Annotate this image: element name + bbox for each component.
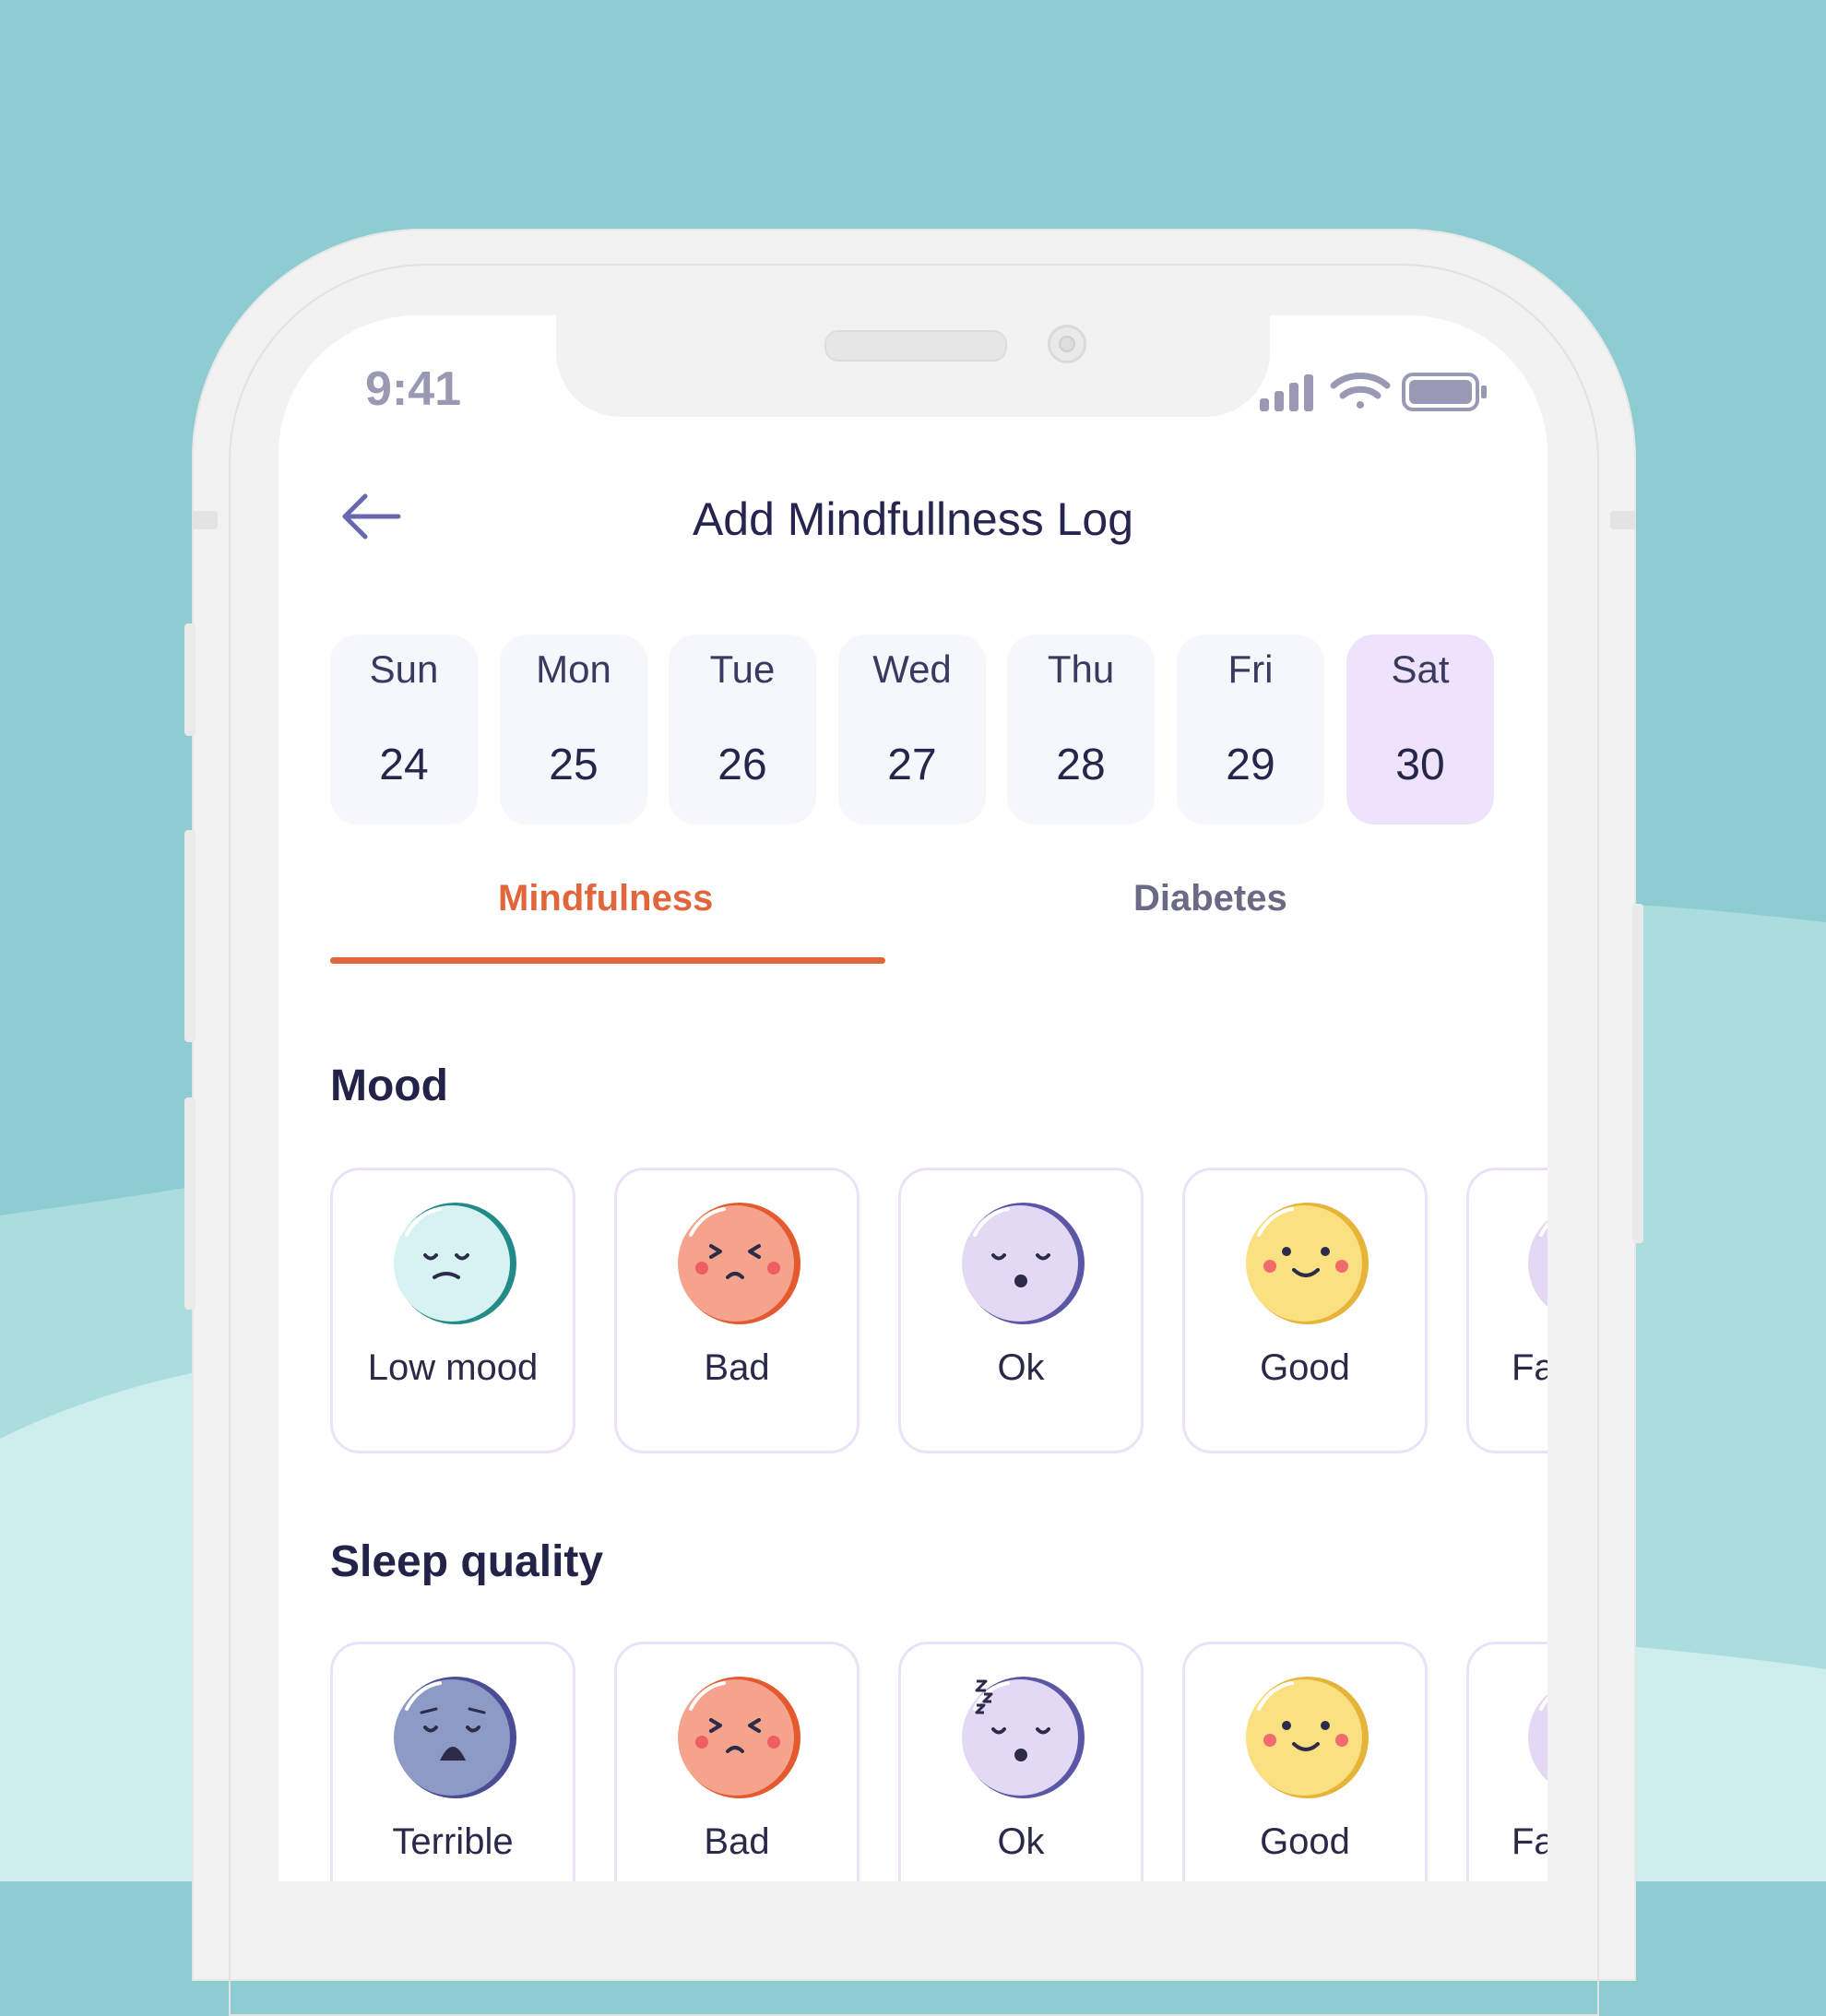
bad-face-icon xyxy=(678,1203,800,1324)
tab-active-indicator xyxy=(330,957,885,964)
battery-icon xyxy=(1402,373,1487,411)
side-button-power xyxy=(1632,904,1643,1243)
sleep-option-ok[interactable]: Ok xyxy=(898,1642,1144,1881)
partial-face-icon xyxy=(1528,1220,1547,1307)
day-sat-selected[interactable]: Sat 30 xyxy=(1346,634,1494,824)
option-label: Fa xyxy=(1512,1347,1547,1388)
bad-face-icon xyxy=(678,1677,800,1798)
sleepy-face-icon xyxy=(962,1677,1085,1798)
signal-icon xyxy=(1260,374,1313,411)
status-time: 9:41 xyxy=(365,362,462,416)
sleep-section-title: Sleep quality xyxy=(330,1537,604,1586)
day-mon[interactable]: Mon 25 xyxy=(500,634,647,824)
tab-mindfulness[interactable]: Mindfulness xyxy=(498,878,713,919)
sleep-option-terrible[interactable]: Terrible xyxy=(330,1642,575,1881)
mood-option-fa[interactable]: Fa xyxy=(1466,1168,1547,1453)
option-label: Bad xyxy=(704,1347,770,1388)
phone-band-right xyxy=(1610,511,1636,529)
side-button-volume-up xyxy=(184,830,196,1042)
sleep-option-fa[interactable]: Fa xyxy=(1466,1642,1547,1881)
mood-option-low-mood[interactable]: Low mood xyxy=(330,1168,575,1453)
sleep-option-bad[interactable]: Bad xyxy=(614,1642,860,1881)
mood-option-ok[interactable]: Ok xyxy=(898,1168,1144,1453)
terrible-face-icon xyxy=(394,1677,516,1798)
option-label: Good xyxy=(1260,1347,1350,1388)
option-label: Bad xyxy=(704,1821,770,1862)
good-face-icon xyxy=(1246,1677,1369,1798)
side-button-volume-down xyxy=(184,1097,196,1310)
speaker-grille xyxy=(824,330,1007,362)
day-tue[interactable]: Tue 26 xyxy=(669,634,816,824)
option-label: Good xyxy=(1260,1821,1350,1862)
mood-section-title: Mood xyxy=(330,1061,448,1110)
day-wed[interactable]: Wed 27 xyxy=(838,634,986,824)
tab-bar: Mindfulness Diabetes xyxy=(330,878,1496,964)
ok-face-icon xyxy=(962,1203,1085,1324)
app-screen: 9:41 Add Mindfullness Log Sun 24 Mon 25 … xyxy=(279,315,1547,1881)
low-mood-face-icon xyxy=(394,1203,516,1324)
partial-face-icon xyxy=(1528,1694,1547,1781)
day-sun[interactable]: Sun 24 xyxy=(330,634,478,824)
day-fri[interactable]: Fri 29 xyxy=(1177,634,1324,824)
status-icons xyxy=(1260,371,1490,417)
page-title: Add Mindfullness Log xyxy=(692,493,1134,545)
tab-diabetes[interactable]: Diabetes xyxy=(1133,878,1287,919)
side-button-silent xyxy=(184,623,196,736)
mood-option-good[interactable]: Good xyxy=(1182,1168,1428,1453)
good-face-icon xyxy=(1246,1203,1369,1324)
sleep-option-good[interactable]: Good xyxy=(1182,1642,1428,1881)
wifi-icon xyxy=(1330,373,1391,409)
mood-option-bad[interactable]: Bad xyxy=(614,1168,860,1453)
option-label: Low mood xyxy=(367,1347,539,1388)
option-label: Terrible xyxy=(392,1821,514,1862)
day-thu[interactable]: Thu 28 xyxy=(1007,634,1155,824)
phone-band-left xyxy=(192,511,218,529)
option-label: Ok xyxy=(997,1347,1045,1388)
option-label: Fa xyxy=(1512,1821,1547,1862)
front-camera xyxy=(1048,325,1086,363)
option-label: Ok xyxy=(997,1821,1045,1862)
